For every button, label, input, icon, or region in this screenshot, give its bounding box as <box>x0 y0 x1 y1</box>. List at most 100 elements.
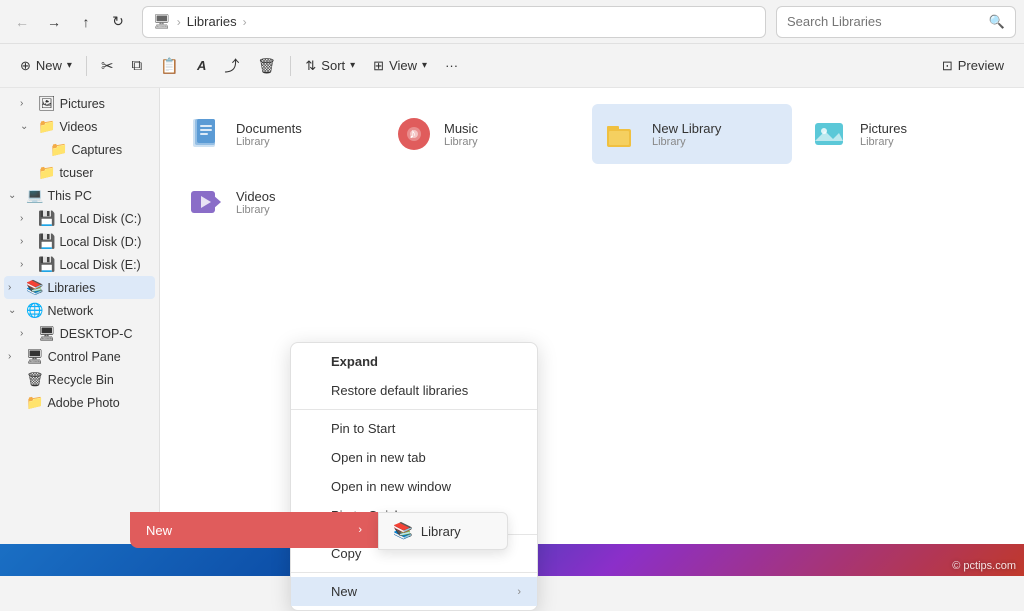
sidebar-item-label: Control Pane <box>48 350 121 364</box>
videos-lib-icon <box>186 182 226 222</box>
captures-icon: 📁 <box>50 141 67 158</box>
sidebar-item-adobe[interactable]: 📁 Adobe Photo <box>4 391 155 414</box>
sidebar-item-label: Adobe Photo <box>47 396 119 410</box>
sidebar-item-recycle-bin[interactable]: 🗑 Recycle Bin <box>4 368 155 391</box>
network-icon: 🌐 <box>26 302 43 319</box>
preview-label: Preview <box>958 58 1004 73</box>
view-button[interactable]: ⊞ View ▾ <box>365 50 435 82</box>
sidebar-item-label: Captures <box>71 143 122 157</box>
path-sep-2: › <box>243 15 247 29</box>
sidebar: › 🖼 Pictures ⌄ 📁 Videos 📁 Captures 📁 tcu… <box>0 88 160 544</box>
ctx-item-new[interactable]: New › <box>291 577 537 606</box>
cut-icon: ✂ <box>101 57 114 75</box>
up-button[interactable]: ↑ <box>72 8 100 36</box>
new-button[interactable]: ⊕ New ▾ <box>12 50 80 82</box>
library-item-documents[interactable]: Documents Library <box>176 104 376 164</box>
library-submenu-icon: 📚 <box>393 521 413 541</box>
copy-icon: ⧉ <box>132 57 143 74</box>
copy-button[interactable]: ⧉ <box>124 50 151 82</box>
pictures-icon: 🖼 <box>38 95 56 112</box>
sidebar-item-local-c[interactable]: › 💾 Local Disk (C:) <box>4 207 155 230</box>
new-library-name: New Library <box>652 121 721 136</box>
title-bar: ← → ↑ ↻ 🖥 › Libraries › 🔍 <box>0 0 1024 44</box>
libraries-icon: 📚 <box>26 279 43 296</box>
sort-icon: ⇅ <box>305 58 316 74</box>
documents-name: Documents <box>236 121 302 136</box>
sidebar-item-videos[interactable]: ⌄ 📁 Videos <box>4 115 155 138</box>
cut-button[interactable]: ✂ <box>93 50 122 82</box>
preview-icon: ⊡ <box>942 58 953 74</box>
chevron-icon: ⌄ <box>8 305 22 316</box>
view-label: View <box>389 58 417 73</box>
sidebar-item-captures[interactable]: 📁 Captures <box>4 138 155 161</box>
library-item-videos[interactable]: Videos Library <box>176 172 376 232</box>
documents-type: Library <box>236 136 302 148</box>
paste-icon: 📋 <box>160 57 179 75</box>
preview-button[interactable]: ⊡ Preview <box>934 50 1012 82</box>
library-item-pictures[interactable]: Pictures Library <box>800 104 1000 164</box>
ctx-item-expand[interactable]: Expand <box>291 347 537 376</box>
ctx-pin-start-label: Pin to Start <box>331 421 395 436</box>
chevron-icon: › <box>8 351 22 362</box>
view-dropdown-icon: ▾ <box>422 60 427 71</box>
videos-lib-name: Videos <box>236 189 276 204</box>
documents-info: Documents Library <box>236 121 302 148</box>
sidebar-item-desktop[interactable]: › 🖥 DESKTOP-C <box>4 322 155 345</box>
sidebar-item-pictures[interactable]: › 🖼 Pictures <box>4 92 155 115</box>
sort-button[interactable]: ⇅ Sort ▾ <box>297 50 363 82</box>
pictures-lib-icon <box>810 114 850 154</box>
delete-icon: 🗑 <box>257 57 276 75</box>
sidebar-item-label: Recycle Bin <box>48 373 114 387</box>
sidebar-item-libraries[interactable]: › 📚 Libraries <box>4 276 155 299</box>
sidebar-item-network[interactable]: ⌄ 🌐 Network <box>4 299 155 322</box>
library-submenu-label: Library <box>421 524 461 539</box>
context-menu: Expand Restore default libraries Pin to … <box>290 342 538 611</box>
refresh-button[interactable]: ↻ <box>104 8 132 36</box>
rename-button[interactable]: A <box>189 50 214 82</box>
forward-button[interactable]: → <box>40 8 68 36</box>
videos-icon: 📁 <box>38 118 55 135</box>
sidebar-item-local-e[interactable]: › 💾 Local Disk (E:) <box>4 253 155 276</box>
disk-e-icon: 💾 <box>38 256 55 273</box>
ctx-item-pin-start[interactable]: Pin to Start <box>291 414 537 443</box>
sidebar-item-tcuser[interactable]: 📁 tcuser <box>4 161 155 184</box>
chevron-icon: ⌄ <box>20 121 34 132</box>
sidebar-item-label: Network <box>47 304 93 318</box>
sidebar-item-local-d[interactable]: › 💾 Local Disk (D:) <box>4 230 155 253</box>
share-button[interactable]: ⤴ <box>216 50 247 82</box>
pictures-lib-name: Pictures <box>860 121 907 136</box>
chevron-icon: ⌄ <box>8 190 22 201</box>
ctx-item-restore[interactable]: Restore default libraries <box>291 376 537 405</box>
paste-button[interactable]: 📋 <box>152 50 187 82</box>
recycle-bin-icon: 🗑 <box>26 371 44 388</box>
new-arrow-icon: › <box>517 586 521 598</box>
thispc-icon: 💻 <box>26 187 43 204</box>
sidebar-item-label: Libraries <box>47 281 95 295</box>
back-button[interactable]: ← <box>8 8 36 36</box>
sidebar-item-label: This PC <box>47 189 91 203</box>
search-bar[interactable]: 🔍 <box>776 6 1016 38</box>
pictures-info: Pictures Library <box>860 121 907 148</box>
sidebar-item-label: tcuser <box>59 166 93 180</box>
more-button[interactable]: ··· <box>437 50 466 82</box>
new-submenu-trigger[interactable]: New › <box>130 512 378 548</box>
chevron-icon: › <box>20 236 34 247</box>
library-item-music[interactable]: ♪ Music Library <box>384 104 584 164</box>
ctx-item-open-window[interactable]: Open in new window <box>291 472 537 501</box>
main-layout: › 🖼 Pictures ⌄ 📁 Videos 📁 Captures 📁 tcu… <box>0 88 1024 544</box>
library-item-new[interactable]: New Library Library <box>592 104 792 164</box>
address-bar[interactable]: 🖥 › Libraries › <box>142 6 766 38</box>
delete-button[interactable]: 🗑 <box>249 50 284 82</box>
new-label: New <box>36 58 62 73</box>
search-input[interactable] <box>787 14 983 29</box>
ctx-item-open-tab[interactable]: Open in new tab <box>291 443 537 472</box>
sidebar-item-thispc[interactable]: ⌄ 💻 This PC <box>4 184 155 207</box>
ctx-expand-label: Expand <box>331 354 378 369</box>
sidebar-item-label: Local Disk (D:) <box>59 235 141 249</box>
chevron-icon: › <box>20 213 34 224</box>
sidebar-item-label: Local Disk (E:) <box>59 258 140 272</box>
sidebar-item-control-panel[interactable]: › 🖥 Control Pane <box>4 345 155 368</box>
watermark: © pctips.com <box>952 560 1016 572</box>
library-submenu-item[interactable]: 📚 Library <box>378 512 508 550</box>
adobe-icon: 📁 <box>26 394 43 411</box>
